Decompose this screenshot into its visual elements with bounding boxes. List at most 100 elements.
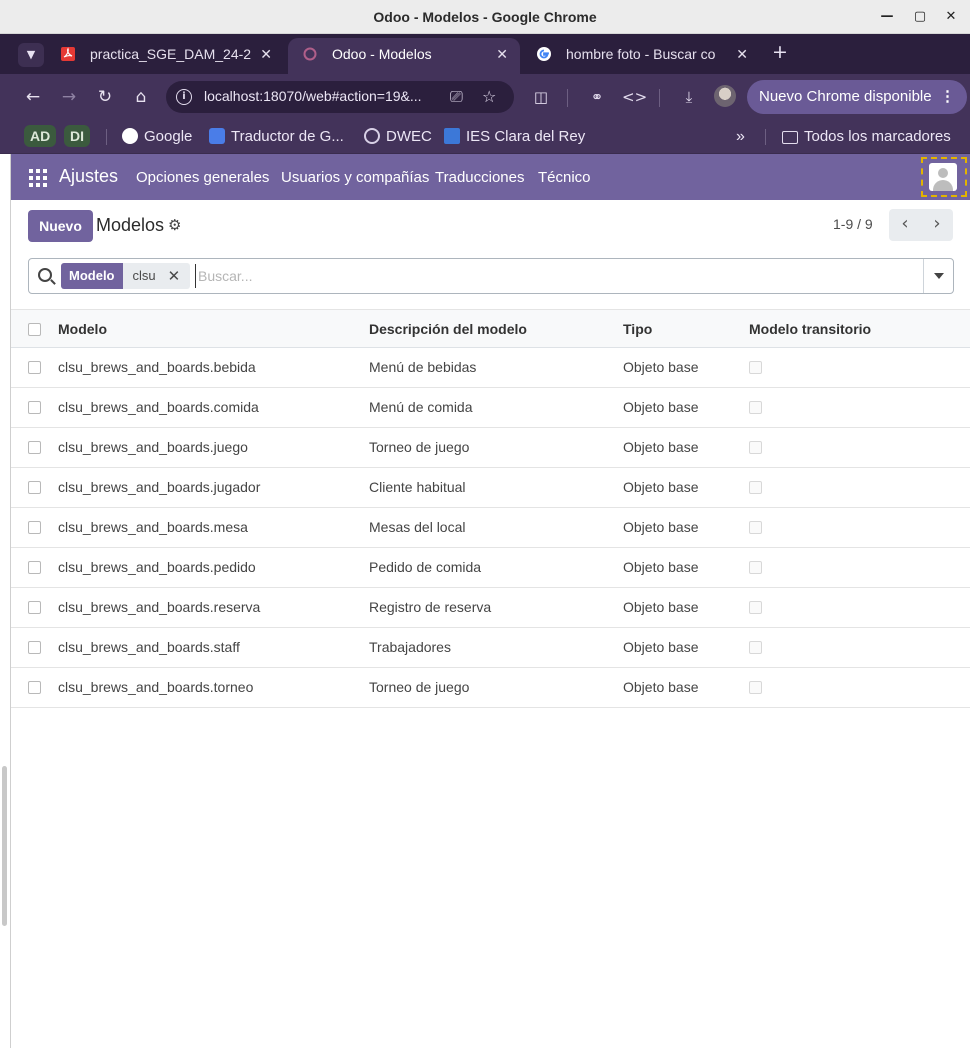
transient-checkbox — [749, 601, 762, 614]
install-app-icon[interactable]: ⎚ — [450, 87, 463, 107]
column-header-descripcion[interactable]: Descripción del modelo — [369, 321, 527, 337]
search-input[interactable] — [195, 264, 895, 288]
pager-next-chevron-icon[interactable]: › — [921, 209, 953, 241]
search-options-caret-down-icon[interactable] — [923, 259, 953, 293]
pager-previous-chevron-icon[interactable]: ‹ — [889, 209, 921, 241]
user-avatar[interactable] — [921, 157, 967, 197]
table-row[interactable]: clsu_brews_and_boards.torneo Torneo de j… — [11, 668, 970, 708]
new-button[interactable]: Nuevo — [28, 210, 93, 242]
browser-window: Odoo - Modelos - Google Chrome — ▢ ✕ ▼ p… — [0, 0, 970, 1048]
side-scrollbar[interactable] — [2, 766, 7, 926]
cell-model: clsu_brews_and_boards.mesa — [58, 519, 248, 535]
select-all-checkbox[interactable] — [28, 323, 41, 336]
table-row[interactable]: clsu_brews_and_boards.reserva Registro d… — [11, 588, 970, 628]
profile-badge-di[interactable]: DI — [64, 125, 90, 147]
row-checkbox[interactable] — [28, 361, 41, 374]
row-checkbox[interactable] — [28, 401, 41, 414]
column-header-transitorio[interactable]: Modelo transitorio — [749, 321, 871, 337]
cell-type: Objeto base — [623, 639, 699, 655]
forward-arrow-icon[interactable]: → — [58, 86, 80, 108]
cell-type: Objeto base — [623, 439, 699, 455]
facet-remove-close-icon[interactable]: ✕ — [165, 263, 191, 289]
column-header-tipo[interactable]: Tipo — [623, 321, 652, 337]
facet-label: Modelo — [61, 263, 123, 289]
chrome-update-button[interactable]: Nuevo Chrome disponible ⋮ — [747, 80, 967, 114]
incognito-spy-icon[interactable]: ⚭ — [586, 86, 608, 108]
table-row[interactable]: clsu_brews_and_boards.mesa Mesas del loc… — [11, 508, 970, 548]
minimize-icon[interactable]: — — [876, 6, 898, 28]
row-checkbox[interactable] — [28, 601, 41, 614]
row-checkbox[interactable] — [28, 441, 41, 454]
table-row[interactable]: clsu_brews_and_boards.staff Trabajadores… — [11, 628, 970, 668]
odoo-navbar: Ajustes Opciones generales Usuarios y co… — [11, 154, 970, 200]
close-icon[interactable]: ✕ — [736, 38, 748, 70]
row-checkbox[interactable] — [28, 561, 41, 574]
row-checkbox[interactable] — [28, 641, 41, 654]
table-row[interactable]: clsu_brews_and_boards.pedido Pedido de c… — [11, 548, 970, 588]
transient-checkbox — [749, 401, 762, 414]
maximize-icon[interactable]: ▢ — [909, 6, 931, 28]
close-icon[interactable]: ✕ — [496, 38, 508, 70]
transient-checkbox — [749, 521, 762, 534]
tab-title: practica_SGE_DAM_24-2 — [90, 46, 252, 62]
back-arrow-icon[interactable]: ← — [22, 86, 44, 108]
pager-value[interactable]: 1-9 / 9 — [833, 216, 873, 232]
code-brackets-icon[interactable]: <> — [622, 86, 647, 108]
address-bar[interactable]: i localhost:18070/web#action=19&... ⎚ ☆ — [166, 81, 514, 113]
update-label: Nuevo Chrome disponible — [759, 88, 932, 105]
pdf-icon — [61, 47, 75, 61]
bookmark-star-icon[interactable]: ☆ — [482, 87, 496, 106]
row-checkbox[interactable] — [28, 521, 41, 534]
profile-badge-ad[interactable]: AD — [24, 125, 57, 147]
url-text[interactable]: localhost:18070/web#action=19&... — [204, 88, 422, 104]
extensions-puzzle-icon[interactable]: ◫ — [530, 86, 552, 108]
odoo-page: Ajustes Opciones generales Usuarios y co… — [10, 154, 970, 1048]
menu-usuarios-companias[interactable]: Usuarios y compañías — [281, 169, 429, 186]
cell-description: Menú de bebidas — [369, 359, 477, 375]
apps-grid-icon[interactable] — [29, 169, 47, 187]
menu-tecnico[interactable]: Técnico — [538, 169, 591, 186]
new-tab-plus-icon[interactable]: + — [770, 42, 790, 62]
page-title: Modelos — [96, 215, 165, 235]
translate-icon — [209, 128, 225, 144]
download-icon[interactable]: ⤓ — [678, 86, 700, 108]
table-row[interactable]: clsu_brews_and_boards.comida Menú de com… — [11, 388, 970, 428]
bookmarks-bar: AD DI Google Traductor de G... DWEC IES … — [0, 120, 970, 154]
close-window-icon[interactable]: ✕ — [940, 6, 962, 28]
tab-practica[interactable]: practica_SGE_DAM_24-2 ✕ — [46, 38, 284, 74]
tab-search-chevron-down-icon[interactable]: ▼ — [18, 43, 44, 67]
table-row[interactable]: clsu_brews_and_boards.juego Torneo de ju… — [11, 428, 970, 468]
home-icon[interactable]: ⌂ — [130, 86, 152, 108]
cell-model: clsu_brews_and_boards.jugador — [58, 479, 261, 495]
gear-icon[interactable]: ⚙ — [168, 216, 181, 234]
profile-avatar[interactable] — [714, 85, 736, 107]
menu-traducciones[interactable]: Traducciones — [435, 169, 525, 186]
app-name[interactable]: Ajustes — [59, 166, 118, 187]
close-icon[interactable]: ✕ — [260, 38, 272, 70]
table-row[interactable]: clsu_brews_and_boards.jugador Cliente ha… — [11, 468, 970, 508]
tab-hombre-foto[interactable]: hombre foto - Buscar co ✕ — [522, 38, 760, 74]
transient-checkbox — [749, 441, 762, 454]
search-bar: Modelo clsu ✕ — [28, 258, 954, 294]
tab-strip: ▼ practica_SGE_DAM_24-2 ✕ Odoo - Modelos… — [0, 34, 970, 74]
bookmark-dwec[interactable]: DWEC — [364, 124, 432, 150]
row-checkbox[interactable] — [28, 681, 41, 694]
tab-odoo-modelos[interactable]: Odoo - Modelos ✕ — [288, 38, 520, 74]
search-icon — [38, 268, 52, 282]
bookmarks-overflow-chevron-icon[interactable]: » — [736, 124, 745, 150]
menu-opciones-generales[interactable]: Opciones generales — [136, 169, 269, 186]
bookmark-ies-clara[interactable]: IES Clara del Rey — [444, 124, 585, 150]
site-info-icon[interactable]: i — [176, 89, 192, 105]
bookmark-google[interactable]: Google — [122, 124, 192, 150]
all-bookmarks-folder[interactable]: Todos los marcadores — [782, 124, 951, 150]
bookmark-traductor[interactable]: Traductor de G... — [209, 124, 344, 150]
column-header-modelo[interactable]: Modelo — [58, 321, 107, 337]
row-checkbox[interactable] — [28, 481, 41, 494]
toolbar-divider — [659, 89, 660, 107]
kebab-menu-icon[interactable]: ⋮ — [940, 80, 955, 114]
cell-model: clsu_brews_and_boards.pedido — [58, 559, 256, 575]
cell-type: Objeto base — [623, 559, 699, 575]
folder-icon — [782, 131, 798, 144]
table-row[interactable]: clsu_brews_and_boards.bebida Menú de beb… — [11, 348, 970, 388]
reload-icon[interactable]: ↻ — [94, 86, 116, 108]
